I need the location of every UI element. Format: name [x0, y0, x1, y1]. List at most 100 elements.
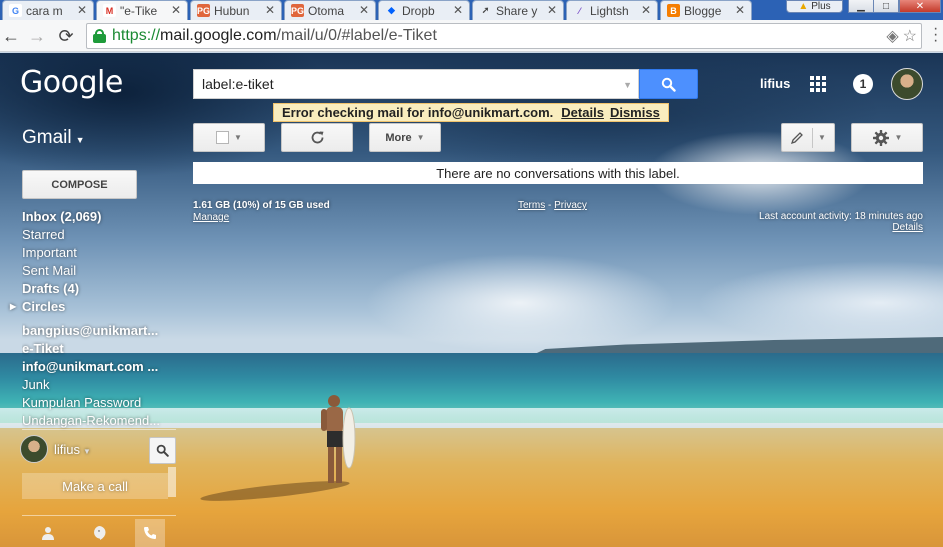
phone-tab[interactable] — [135, 519, 166, 547]
sidebar-item-label-junk[interactable]: Junk — [22, 377, 172, 395]
browser-tab-6[interactable]: ⁄ Lightsh ✕ — [566, 0, 658, 20]
error-notification: Error checking mail for info@unikmart.co… — [273, 103, 669, 122]
manage-storage-link[interactable]: Manage — [193, 212, 330, 223]
contacts-tab[interactable] — [33, 519, 63, 547]
apps-grid-icon[interactable] — [810, 76, 826, 92]
search-button[interactable] — [639, 69, 698, 99]
browser-tab-4[interactable]: ◆ Dropb ✕ — [378, 0, 470, 20]
lightshot-favicon-icon: ⁄ — [578, 5, 581, 16]
browser-tab-title: Dropb — [402, 3, 435, 18]
blogger-favicon-icon: B — [667, 4, 680, 17]
maximize-icon[interactable]: □ — [873, 0, 899, 13]
error-dismiss-link[interactable]: Dismiss — [610, 105, 660, 120]
expand-arrow-icon[interactable]: ▶ — [10, 302, 16, 311]
close-tab-icon[interactable]: ✕ — [453, 3, 463, 17]
browser-tab-title: Otoma — [308, 3, 345, 18]
close-tab-icon[interactable]: ✕ — [735, 3, 745, 17]
lock-icon — [93, 29, 106, 43]
close-tab-icon[interactable]: ✕ — [641, 3, 651, 17]
gmail-label: Gmail — [22, 127, 72, 148]
hangouts-search-button[interactable] — [149, 437, 176, 464]
make-a-call-button[interactable]: Make a call — [22, 473, 168, 499]
search-box[interactable]: ▼ — [193, 69, 639, 99]
compose-button[interactable]: COMPOSE — [22, 170, 137, 199]
search-options-caret-icon[interactable]: ▼ — [623, 80, 632, 90]
close-tab-icon[interactable]: ✕ — [171, 3, 181, 17]
forward-arrow-icon[interactable]: → — [26, 25, 48, 47]
browser-tab-3[interactable]: PG Otoma ✕ — [284, 0, 376, 20]
browser-tab-7[interactable]: B Blogge ✕ — [660, 0, 752, 20]
hangouts-tab[interactable]: " — [84, 519, 114, 547]
settings-button[interactable]: ▼ — [851, 123, 923, 152]
sidebar-item-label-bangpius[interactable]: bangpius@unikmart... — [22, 323, 172, 341]
profile-badge[interactable]: ▲ Plus — [786, 0, 843, 13]
sidebar-item-label-info[interactable]: info@unikmart.com ... — [22, 359, 172, 377]
reload-icon[interactable]: ⟳ — [55, 25, 77, 47]
refresh-button[interactable] — [281, 123, 353, 152]
pencil-icon — [791, 131, 803, 144]
browser-tab-0[interactable]: G cara m ✕ — [2, 0, 94, 20]
close-tab-icon[interactable]: ✕ — [77, 3, 87, 17]
activity-details-link[interactable]: Details — [759, 222, 923, 233]
account-avatar[interactable] — [891, 68, 923, 100]
chevron-down-icon: ▼ — [234, 133, 242, 142]
back-arrow-icon[interactable]: ← — [0, 25, 22, 47]
browser-tab-title: cara m — [26, 3, 63, 18]
sidebar-item-inbox[interactable]: Inbox (2,069) — [22, 209, 172, 227]
terms-link[interactable]: Terms — [518, 200, 545, 211]
hangouts-user[interactable]: lifius ▼ — [54, 442, 91, 457]
sidebar-item-sent[interactable]: Sent Mail — [22, 263, 172, 281]
chevron-down-icon: ▼ — [75, 134, 85, 145]
browser-tab-2[interactable]: PG Hubun ✕ — [190, 0, 282, 20]
browser-tab-1[interactable]: M "e-Tike ✕ — [96, 0, 188, 20]
account-activity: Last account activity: 18 minutes ago De… — [759, 211, 923, 233]
google-favicon-icon: G — [9, 4, 22, 17]
gmail-app-switcher[interactable]: Gmail ▼ — [22, 127, 85, 149]
gear-icon — [872, 129, 889, 146]
chevron-down-icon: ▼ — [416, 133, 425, 142]
footer-links: Terms - Privacy — [518, 200, 587, 211]
select-all-checkbox[interactable] — [216, 131, 230, 144]
notification-badge[interactable]: 1 — [853, 74, 873, 94]
translate-icon[interactable]: ◈ — [886, 26, 898, 46]
select-checkbox-button[interactable]: ▼ — [193, 123, 265, 152]
pg-favicon-icon: PG — [197, 4, 211, 17]
refresh-icon — [311, 131, 323, 144]
more-button[interactable]: More ▼ — [369, 123, 441, 152]
sidebar-item-important[interactable]: Important — [22, 245, 172, 263]
search-icon — [156, 444, 169, 457]
privacy-link[interactable]: Privacy — [554, 200, 587, 211]
sidebar-item-drafts[interactable]: Drafts (4) — [22, 281, 172, 299]
close-tab-icon[interactable]: ✕ — [359, 3, 369, 17]
pg-favicon-icon: PG — [291, 4, 305, 17]
avatar[interactable] — [20, 435, 48, 463]
profile-badge-label: Plus — [811, 1, 831, 12]
address-url: https://mail.google.com/mail/u/0/#label/… — [112, 27, 437, 44]
google-logo[interactable]: Google — [20, 65, 123, 100]
input-tools-button[interactable]: ▼ — [781, 123, 835, 152]
person-icon — [41, 527, 54, 540]
share-favicon-icon: ➚ — [481, 5, 490, 15]
error-details-link[interactable]: Details — [561, 105, 604, 120]
sidebar-item-label-kumpulan-password[interactable]: Kumpulan Password — [22, 395, 172, 413]
minimize-icon[interactable]: ▁ — [848, 0, 874, 13]
account-name[interactable]: lifius — [760, 76, 790, 91]
close-tab-icon[interactable]: ✕ — [265, 3, 275, 17]
search-input[interactable] — [202, 76, 612, 92]
sidebar-item-circles[interactable]: ▶ Circles — [10, 299, 172, 317]
sidebar-item-starred[interactable]: Starred — [22, 227, 172, 245]
browser-tab-title: Share y — [496, 3, 538, 18]
address-bar[interactable]: https://mail.google.com/mail/u/0/#label/… — [86, 23, 922, 49]
hangouts-icon: " — [94, 526, 106, 540]
gmail-page: Google ▼ lifius 1 Error checking mail fo… — [0, 53, 943, 547]
phone-icon — [144, 527, 157, 539]
browser-menu-icon[interactable]: · · · — [933, 21, 939, 49]
sidebar-item-label: Circles — [22, 299, 66, 314]
sidebar-scrollbar[interactable] — [168, 467, 176, 497]
close-tab-icon[interactable]: ✕ — [547, 3, 557, 17]
window-close-icon[interactable]: ✕ — [899, 0, 941, 13]
browser-tab-5[interactable]: ➚ Share y ✕ — [472, 0, 564, 20]
bookmark-star-icon[interactable]: ☆ — [903, 26, 917, 46]
surfer-figure — [321, 395, 356, 483]
sidebar-item-label-e-tiket[interactable]: e-Tiket — [22, 341, 172, 359]
